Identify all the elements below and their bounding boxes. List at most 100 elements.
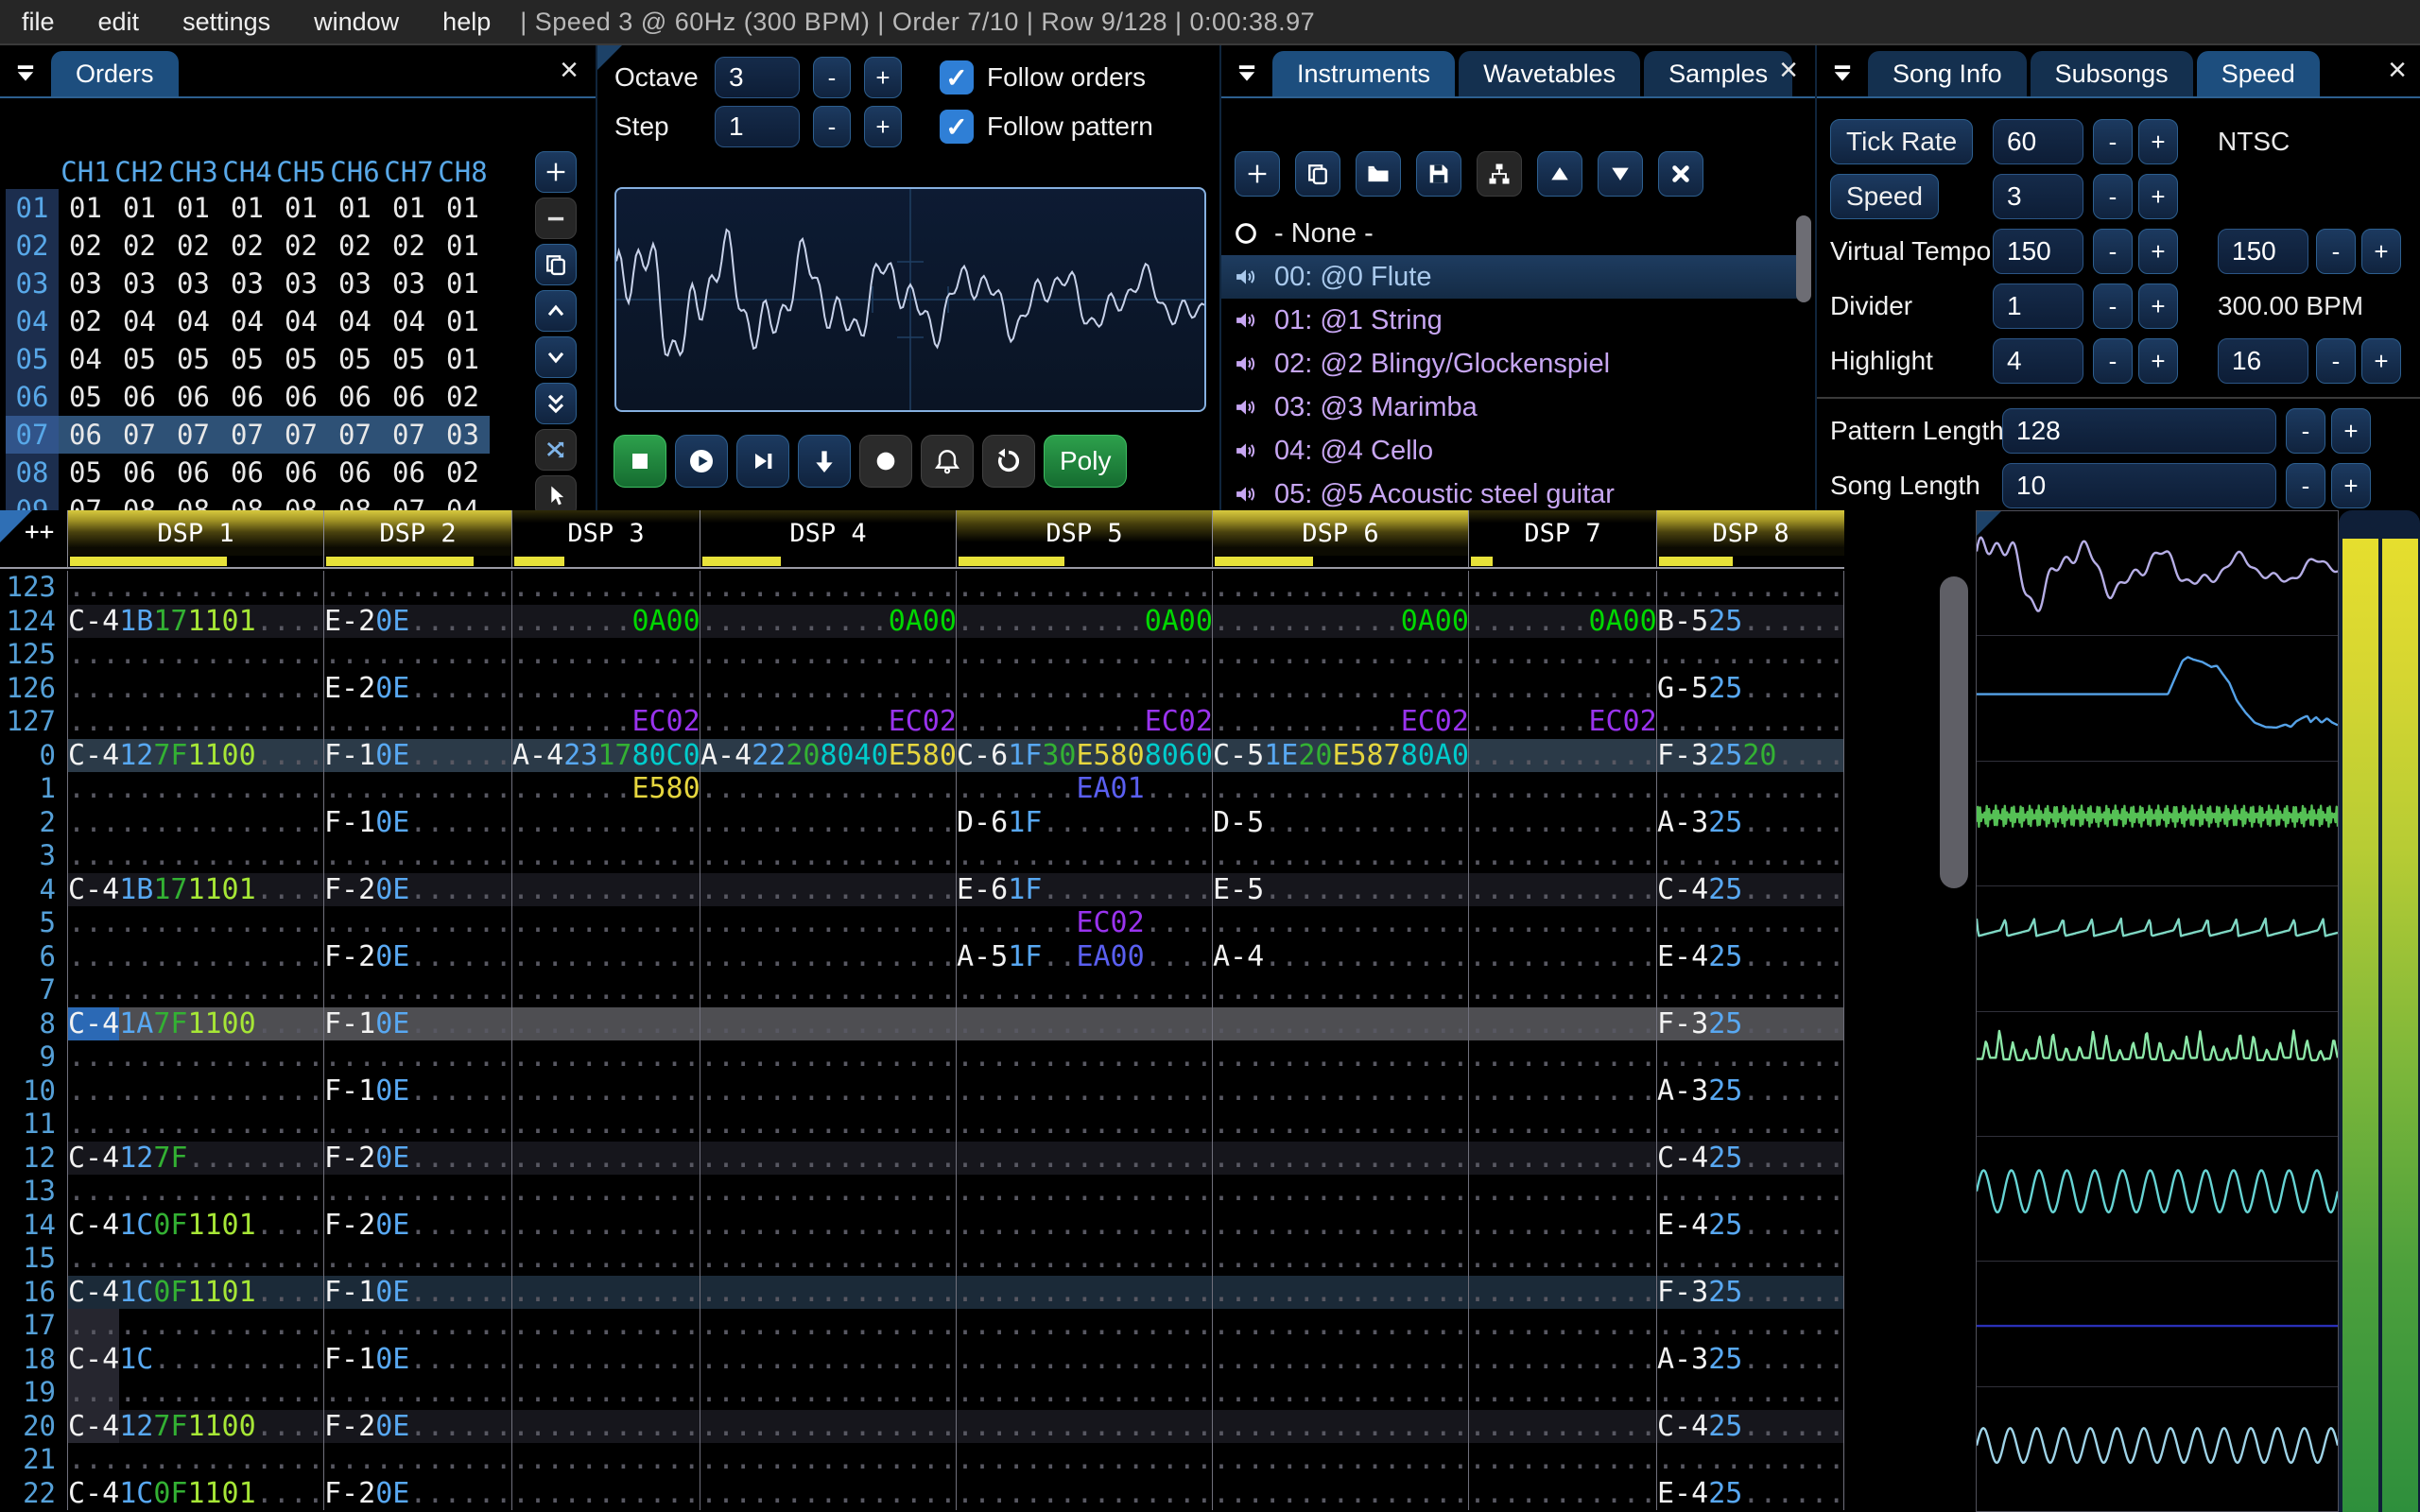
pattern-cell[interactable]: ........... xyxy=(1468,1141,1656,1175)
pattern-cell[interactable]: A-325...... xyxy=(1656,1074,1844,1108)
pattern-cell[interactable]: ............... xyxy=(67,973,323,1007)
pattern-cell[interactable]: ........... xyxy=(511,638,700,672)
pattern-cell[interactable]: ............... xyxy=(700,1074,956,1108)
speed-minus-button[interactable]: - xyxy=(2093,174,2133,219)
virtual-tempo-second-minus-button[interactable]: - xyxy=(2316,229,2356,274)
pattern-cell[interactable]: F-20E...... xyxy=(323,1208,511,1242)
order-cell[interactable]: 06 xyxy=(112,454,166,491)
pattern-cell[interactable]: F-10E...... xyxy=(323,805,511,839)
pattern-cell[interactable]: F-10E...... xyxy=(323,1074,511,1108)
tick-rate-minus-button[interactable]: - xyxy=(2093,119,2133,164)
order-cell[interactable]: 05 xyxy=(59,454,112,491)
pattern-cell[interactable]: ........... xyxy=(323,1175,511,1209)
pattern-cell[interactable]: ............... xyxy=(956,1242,1212,1276)
pattern-cell[interactable]: C-61F30E5808060 xyxy=(956,738,1212,772)
pattern-cell[interactable]: C-425...... xyxy=(1656,1409,1844,1443)
pattern-cell[interactable]: ............... xyxy=(956,1108,1212,1142)
pattern-row-22[interactable]: 22 C-41C0F1101.... F-20E..................… xyxy=(0,1476,1844,1510)
pattern-cell[interactable]: ............... xyxy=(67,671,323,705)
order-cell[interactable]: 05 xyxy=(328,340,382,378)
order-row-08[interactable]: 08 05 06 06 06 06 06 06 02 xyxy=(6,454,490,491)
order-row-05[interactable]: 05 04 05 05 05 05 05 05 01 xyxy=(6,340,490,378)
pattern-cell[interactable]: C-4127F........ xyxy=(67,1141,323,1175)
pattern-cell[interactable]: ........... xyxy=(1656,571,1844,605)
pattern-cell[interactable]: A-325...... xyxy=(1656,1342,1844,1376)
order-cell[interactable]: 01 xyxy=(274,189,328,227)
pattern-cell[interactable]: C-51E20E58780A0 xyxy=(1212,738,1468,772)
order-cell[interactable]: 04 xyxy=(382,302,436,340)
pattern-cell[interactable]: G-525...... xyxy=(1656,671,1844,705)
pattern-cell[interactable]: ............... xyxy=(1212,1476,1468,1510)
pattern-row-19[interactable]: 19......................................… xyxy=(0,1376,1844,1410)
channel-name[interactable]: DSP 8 xyxy=(1657,510,1844,556)
pattern-cell[interactable]: ............... xyxy=(700,1443,956,1477)
pattern-row-16[interactable]: 16 C-41C0F1101.... F-10E..................… xyxy=(0,1275,1844,1309)
pattern-row-124[interactable]: 124 C-41B171101.... E-20E...... .......0A00… xyxy=(0,604,1844,638)
pattern-cell[interactable]: C-41C0F1101.... xyxy=(67,1208,323,1242)
delete-instrument-button[interactable] xyxy=(1658,151,1703,197)
pattern-cell[interactable]: ........... xyxy=(1468,973,1656,1007)
instrument-item[interactable]: - None - xyxy=(1221,212,1809,255)
order-cell[interactable]: 02 xyxy=(274,227,328,265)
order-cell[interactable]: 03 xyxy=(436,416,490,454)
highlight-plus-button[interactable]: + xyxy=(2138,338,2178,384)
pattern-cell[interactable]: ........... xyxy=(511,1409,700,1443)
record-button[interactable] xyxy=(859,435,912,488)
pattern-cell[interactable]: ........... xyxy=(1468,638,1656,672)
tick-rate-plus-button[interactable]: + xyxy=(2138,119,2178,164)
pattern-cell[interactable]: ...........EC02 xyxy=(1212,705,1468,739)
order-cell[interactable]: 07 xyxy=(220,416,274,454)
pattern-cell[interactable]: ........... xyxy=(1468,1309,1656,1343)
order-cell[interactable]: 03 xyxy=(328,265,382,302)
song-length-plus-button[interactable]: + xyxy=(2331,463,2371,508)
order-cell[interactable]: 02 xyxy=(59,227,112,265)
instrument-item[interactable]: 01: @1 String xyxy=(1221,299,1809,342)
order-cell[interactable]: 06 xyxy=(112,378,166,416)
pattern-cell[interactable]: ........... xyxy=(1468,1443,1656,1477)
order-cell[interactable]: 06 xyxy=(382,378,436,416)
pattern-cell[interactable]: F-20E...... xyxy=(323,872,511,906)
pattern-cell[interactable]: ........... xyxy=(511,805,700,839)
pattern-cell[interactable]: .......EC02.... xyxy=(956,906,1212,940)
follow-orders-checkbox[interactable]: ✓ xyxy=(940,60,974,94)
order-row-04[interactable]: 04 02 04 04 04 04 04 04 01 xyxy=(6,302,490,340)
pattern-cell[interactable]: ........... xyxy=(1656,1309,1844,1343)
poly-button[interactable]: Poly xyxy=(1044,435,1128,488)
order-cell[interactable]: 06 xyxy=(166,378,220,416)
pattern-cell[interactable]: ........... xyxy=(1468,1342,1656,1376)
pattern-cell[interactable]: ........... xyxy=(1656,772,1844,806)
pattern-row-14[interactable]: 14 C-41C0F1101.... F-20E..................… xyxy=(0,1208,1844,1242)
pattern-cell[interactable]: ........... xyxy=(1656,1242,1844,1276)
instrument-item[interactable]: 00: @0 Flute xyxy=(1221,255,1809,299)
pattern-cell[interactable]: ............... xyxy=(1212,1275,1468,1309)
order-row-number[interactable]: 06 xyxy=(6,378,59,416)
order-row-number[interactable]: 02 xyxy=(6,227,59,265)
pattern-cell[interactable]: ........... xyxy=(323,1376,511,1410)
pattern-cell[interactable]: ............... xyxy=(956,1175,1212,1209)
pattern-cell[interactable]: ............... xyxy=(1212,1175,1468,1209)
order-cell[interactable]: 01 xyxy=(436,265,490,302)
tab-wavetables[interactable]: Wavetables xyxy=(1459,51,1641,96)
pattern-cell[interactable]: E-425...... xyxy=(1656,1476,1844,1510)
pattern-cell[interactable]: ........... xyxy=(1656,1108,1844,1142)
pattern-cell[interactable]: ............... xyxy=(700,1309,956,1343)
pattern-cell[interactable]: ........... xyxy=(1656,638,1844,672)
pattern-cell[interactable]: ........... xyxy=(1468,671,1656,705)
pattern-cell[interactable]: ............... xyxy=(700,1208,956,1242)
pattern-cell[interactable]: ........... xyxy=(1468,939,1656,973)
order-cell[interactable]: 05 xyxy=(382,340,436,378)
order-cell[interactable]: 05 xyxy=(166,340,220,378)
order-cell[interactable]: 02 xyxy=(382,227,436,265)
pattern-cell[interactable]: F-20E...... xyxy=(323,1141,511,1175)
pattern-row-127[interactable]: 127.......................... .......EC02… xyxy=(0,705,1844,739)
pattern-cell[interactable]: ............... xyxy=(1212,1342,1468,1376)
step-input[interactable]: 1 xyxy=(715,106,800,147)
order-cell[interactable]: 06 xyxy=(274,454,328,491)
pattern-cell[interactable]: D-5............ xyxy=(1212,805,1468,839)
pattern-cell[interactable]: ........... xyxy=(323,571,511,605)
pattern-cell[interactable]: ............... xyxy=(1212,638,1468,672)
metronome-button[interactable] xyxy=(921,435,974,488)
order-cell[interactable]: 02 xyxy=(59,302,112,340)
pattern-cell[interactable]: ............... xyxy=(700,638,956,672)
order-cell[interactable]: 04 xyxy=(112,302,166,340)
